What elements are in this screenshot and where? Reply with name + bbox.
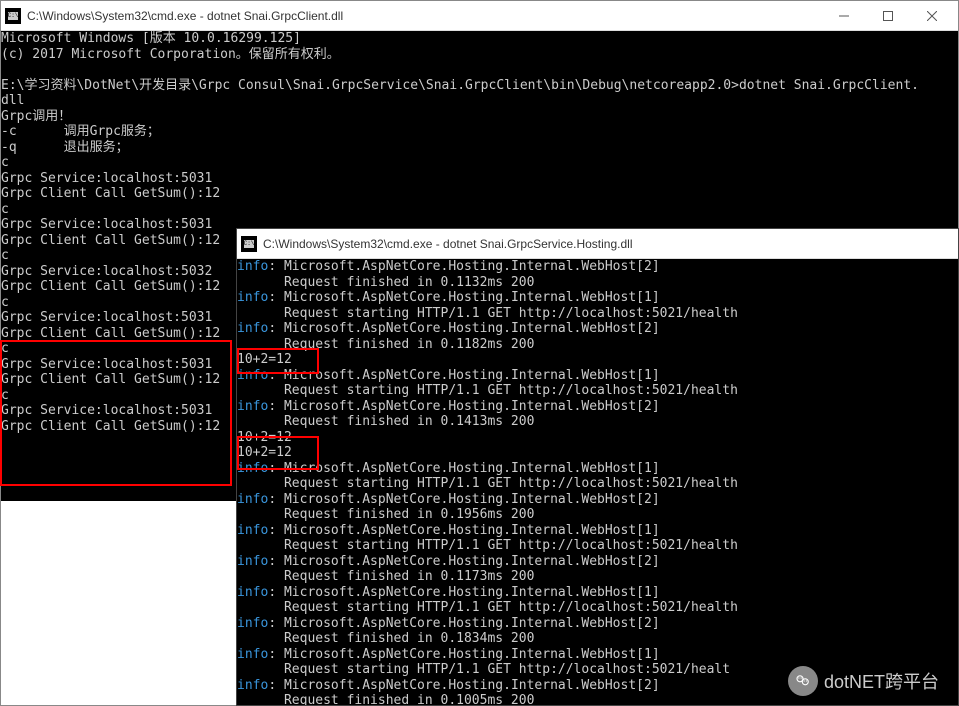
service-cmd-window: C:\ C:\Windows\System32\cmd.exe - dotnet… bbox=[236, 228, 959, 706]
service-console-text: info: Microsoft.AspNetCore.Hosting.Inter… bbox=[237, 259, 958, 705]
main-window-controls bbox=[822, 2, 954, 30]
main-titlebar[interactable]: C:\ C:\Windows\System32\cmd.exe - dotnet… bbox=[1, 1, 958, 31]
cmd-icon: C:\ bbox=[241, 236, 257, 252]
maximize-button[interactable] bbox=[866, 2, 910, 30]
close-button[interactable] bbox=[910, 2, 954, 30]
service-console-body[interactable]: info: Microsoft.AspNetCore.Hosting.Inter… bbox=[237, 259, 958, 705]
wechat-icon bbox=[788, 666, 818, 696]
minimize-button[interactable] bbox=[822, 2, 866, 30]
service-titlebar[interactable]: C:\ C:\Windows\System32\cmd.exe - dotnet… bbox=[237, 229, 958, 259]
cmd-icon: C:\ bbox=[5, 8, 21, 24]
main-window-title: C:\Windows\System32\cmd.exe - dotnet Sna… bbox=[27, 9, 822, 23]
watermark: dotNET跨平台 bbox=[788, 666, 939, 696]
service-window-title: C:\Windows\System32\cmd.exe - dotnet Sna… bbox=[263, 237, 954, 251]
watermark-text: dotNET跨平台 bbox=[824, 668, 939, 694]
